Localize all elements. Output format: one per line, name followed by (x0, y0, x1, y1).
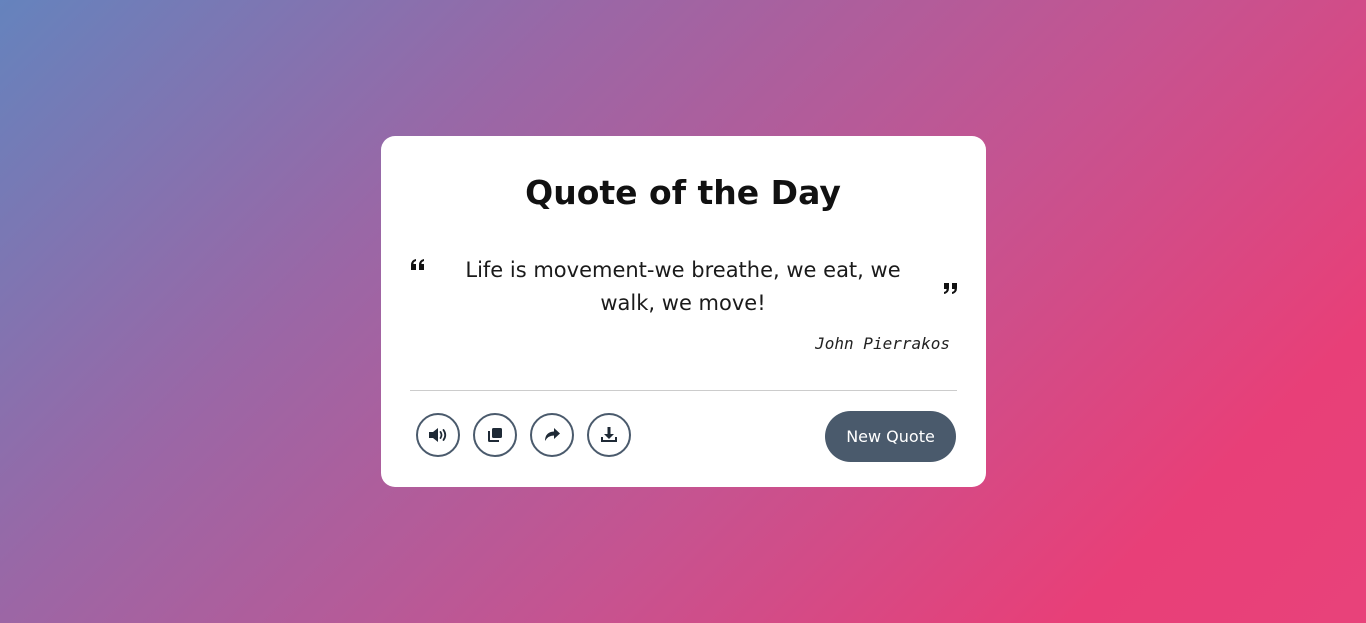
share-icon (543, 427, 561, 443)
speak-button[interactable] (416, 413, 460, 457)
new-quote-button[interactable]: New Quote (825, 411, 956, 462)
share-button[interactable] (530, 413, 574, 457)
copy-button[interactable] (473, 413, 517, 457)
divider (410, 390, 957, 391)
download-icon (600, 426, 618, 444)
quote-right-icon (942, 280, 958, 294)
quote-left-icon (410, 257, 426, 271)
quote-text: Life is movement-we breathe, we eat, we … (465, 258, 901, 315)
quote-author: John Pierrakos (815, 334, 950, 353)
page-title: Quote of the Day (525, 173, 841, 212)
volume-icon (428, 427, 448, 443)
copy-icon (487, 427, 503, 443)
download-button[interactable] (587, 413, 631, 457)
